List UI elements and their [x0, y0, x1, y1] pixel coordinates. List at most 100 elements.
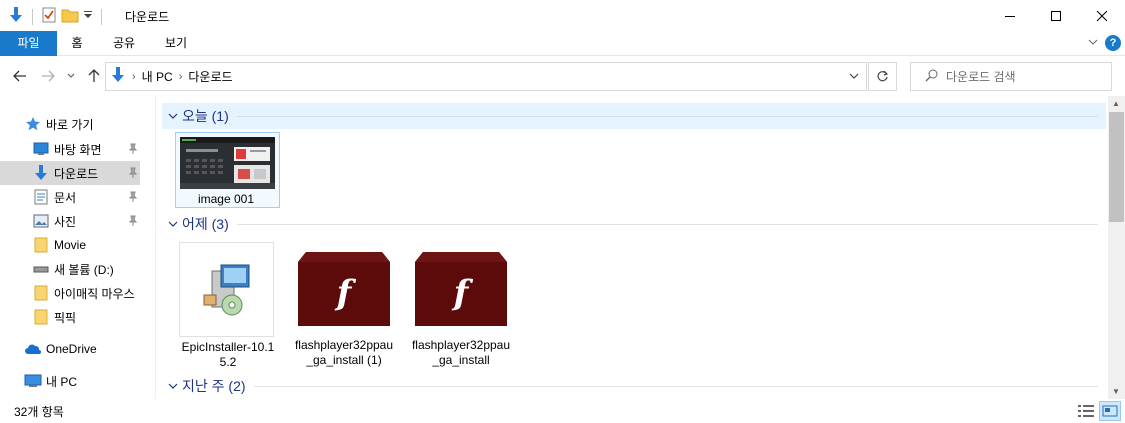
- new-folder-icon[interactable]: [61, 7, 79, 26]
- nav-item-label: 바로 가기: [46, 117, 94, 132]
- group-header-last-week[interactable]: 지난 주 (2): [162, 373, 1106, 399]
- nav-item-movie[interactable]: Movie: [0, 233, 140, 257]
- pin-icon[interactable]: [128, 143, 138, 158]
- forward-button[interactable]: [38, 66, 58, 86]
- chevron-down-icon[interactable]: [168, 217, 178, 231]
- group-header-today[interactable]: 오늘 (1): [162, 103, 1106, 129]
- large-icons-view-button[interactable]: [1099, 401, 1121, 421]
- nav-item-imagic-mouse[interactable]: 아이매직 마우스: [0, 281, 140, 305]
- nav-item-label: 픽픽: [54, 310, 77, 325]
- nav-item-label: 사진: [54, 214, 77, 229]
- file-tile-flashplayer[interactable]: f flashplayer32ppau_ga_install: [411, 242, 511, 370]
- file-tile-epicinstaller[interactable]: EpicInstaller-10.15.2: [178, 242, 274, 370]
- nav-item-downloads[interactable]: 다운로드: [0, 161, 140, 185]
- toolbar-divider: [101, 8, 102, 25]
- nav-item-label: 아이매직 마우스: [54, 286, 135, 301]
- document-icon: [32, 188, 50, 206]
- breadcrumb-downloads[interactable]: 다운로드: [188, 68, 232, 85]
- chevron-down-icon[interactable]: [168, 379, 178, 393]
- scroll-up-icon[interactable]: ▲: [1112, 99, 1120, 108]
- download-folder-icon: [8, 6, 24, 27]
- computer-icon: [24, 372, 42, 390]
- item-count: 32개 항목: [14, 404, 64, 419]
- status-bar: 32개 항목: [0, 399, 1125, 423]
- tab-share[interactable]: 공유: [106, 31, 142, 56]
- breadcrumb-this-pc[interactable]: 내 PC: [142, 68, 173, 85]
- file-name: image 001: [197, 192, 255, 206]
- help-icon[interactable]: ?: [1105, 35, 1121, 51]
- nav-item-picpick[interactable]: 픽픽: [0, 305, 140, 329]
- ribbon-tabs: 파일 홈 공유 보기 ?: [0, 31, 1125, 56]
- file-name: flashplayer32ppau_ga_install (1): [294, 338, 394, 367]
- ribbon-controls: ?: [1087, 35, 1121, 51]
- quick-access-toolbar: [8, 6, 106, 27]
- star-icon: [24, 115, 42, 133]
- nav-item-this-pc[interactable]: 내 PC: [0, 369, 140, 393]
- group-label: 지난 주 (2): [182, 378, 246, 394]
- search-box[interactable]: [910, 62, 1112, 91]
- tab-home[interactable]: 홈: [62, 31, 92, 56]
- image-thumbnail: [180, 137, 275, 192]
- details-view-button[interactable]: [1075, 401, 1097, 421]
- group-divider: [253, 385, 1098, 387]
- nav-item-label: Movie: [54, 238, 87, 252]
- group-divider: [236, 223, 1098, 225]
- scroll-down-icon[interactable]: ▼: [1112, 387, 1120, 396]
- refresh-button[interactable]: [868, 62, 897, 91]
- nav-item-onedrive[interactable]: OneDrive: [0, 337, 140, 361]
- folder-icon: [32, 236, 50, 254]
- folder-icon: [32, 308, 50, 326]
- group-label: 어제 (3): [182, 216, 229, 232]
- maximize-button[interactable]: [1033, 0, 1079, 31]
- back-button[interactable]: [10, 66, 30, 86]
- file-list[interactable]: 오늘 (1) image 001 어제 (3) EpicInstaller-10…: [160, 96, 1108, 399]
- flash-player-icon: f: [415, 252, 507, 329]
- nav-item-label: 새 볼륨 (D:): [54, 262, 114, 277]
- download-location-icon: [110, 66, 126, 87]
- recent-locations-icon[interactable]: [64, 66, 78, 86]
- nav-item-label: OneDrive: [46, 342, 97, 356]
- navigation-bar: › 내 PC › 다운로드: [0, 56, 1125, 96]
- window-title: 다운로드: [125, 10, 170, 24]
- vertical-scrollbar[interactable]: ▲ ▼: [1108, 96, 1125, 399]
- cloud-icon: [24, 340, 42, 358]
- drive-icon: [32, 260, 50, 278]
- breadcrumb-separator-icon[interactable]: ›: [132, 71, 136, 83]
- file-name: EpicInstaller-10.15.2: [181, 340, 275, 369]
- search-input[interactable]: [946, 69, 1106, 84]
- nav-item-quick-access[interactable]: 바로 가기: [0, 112, 140, 136]
- close-button[interactable]: [1079, 0, 1125, 31]
- scrollbar-thumb[interactable]: [1109, 112, 1124, 222]
- expand-ribbon-icon[interactable]: [1087, 36, 1099, 51]
- title-bar: 다운로드: [0, 0, 1125, 31]
- address-bar[interactable]: › 내 PC › 다운로드: [105, 62, 867, 91]
- nav-item-label: 내 PC: [46, 374, 78, 389]
- group-header-yesterday[interactable]: 어제 (3): [162, 211, 1106, 237]
- navigation-pane: 바로 가기 바탕 화면 다운로드 문서 사진 Movie 새 볼륨 (D:) 아…: [0, 96, 156, 399]
- tab-file[interactable]: 파일: [0, 31, 57, 56]
- customize-toolbar-icon[interactable]: [83, 9, 93, 24]
- pin-icon[interactable]: [128, 191, 138, 206]
- nav-item-documents[interactable]: 문서: [0, 185, 140, 209]
- minimize-button[interactable]: [987, 0, 1033, 31]
- chevron-down-icon[interactable]: [168, 109, 178, 123]
- pin-icon[interactable]: [128, 167, 138, 182]
- nav-item-desktop[interactable]: 바탕 화면: [0, 137, 140, 161]
- pin-icon[interactable]: [128, 215, 138, 230]
- installer-icon: [179, 242, 274, 337]
- file-tile-image-001[interactable]: image 001: [175, 132, 280, 208]
- nav-item-pictures[interactable]: 사진: [0, 209, 140, 233]
- tab-view[interactable]: 보기: [158, 31, 194, 56]
- nav-item-label: 바탕 화면: [54, 142, 102, 157]
- breadcrumb-separator-icon[interactable]: ›: [179, 71, 183, 83]
- properties-icon[interactable]: [41, 7, 57, 26]
- address-history-icon[interactable]: [848, 70, 860, 85]
- up-button[interactable]: [84, 66, 104, 86]
- group-divider: [236, 115, 1098, 117]
- pictures-icon: [32, 212, 50, 230]
- toolbar-divider: [32, 8, 33, 25]
- file-tile-flashplayer-1[interactable]: f flashplayer32ppau_ga_install (1): [294, 242, 394, 370]
- view-switcher: [1075, 401, 1121, 421]
- nav-item-label: 다운로드: [54, 166, 99, 181]
- nav-item-volume-d[interactable]: 새 볼륨 (D:): [0, 257, 140, 281]
